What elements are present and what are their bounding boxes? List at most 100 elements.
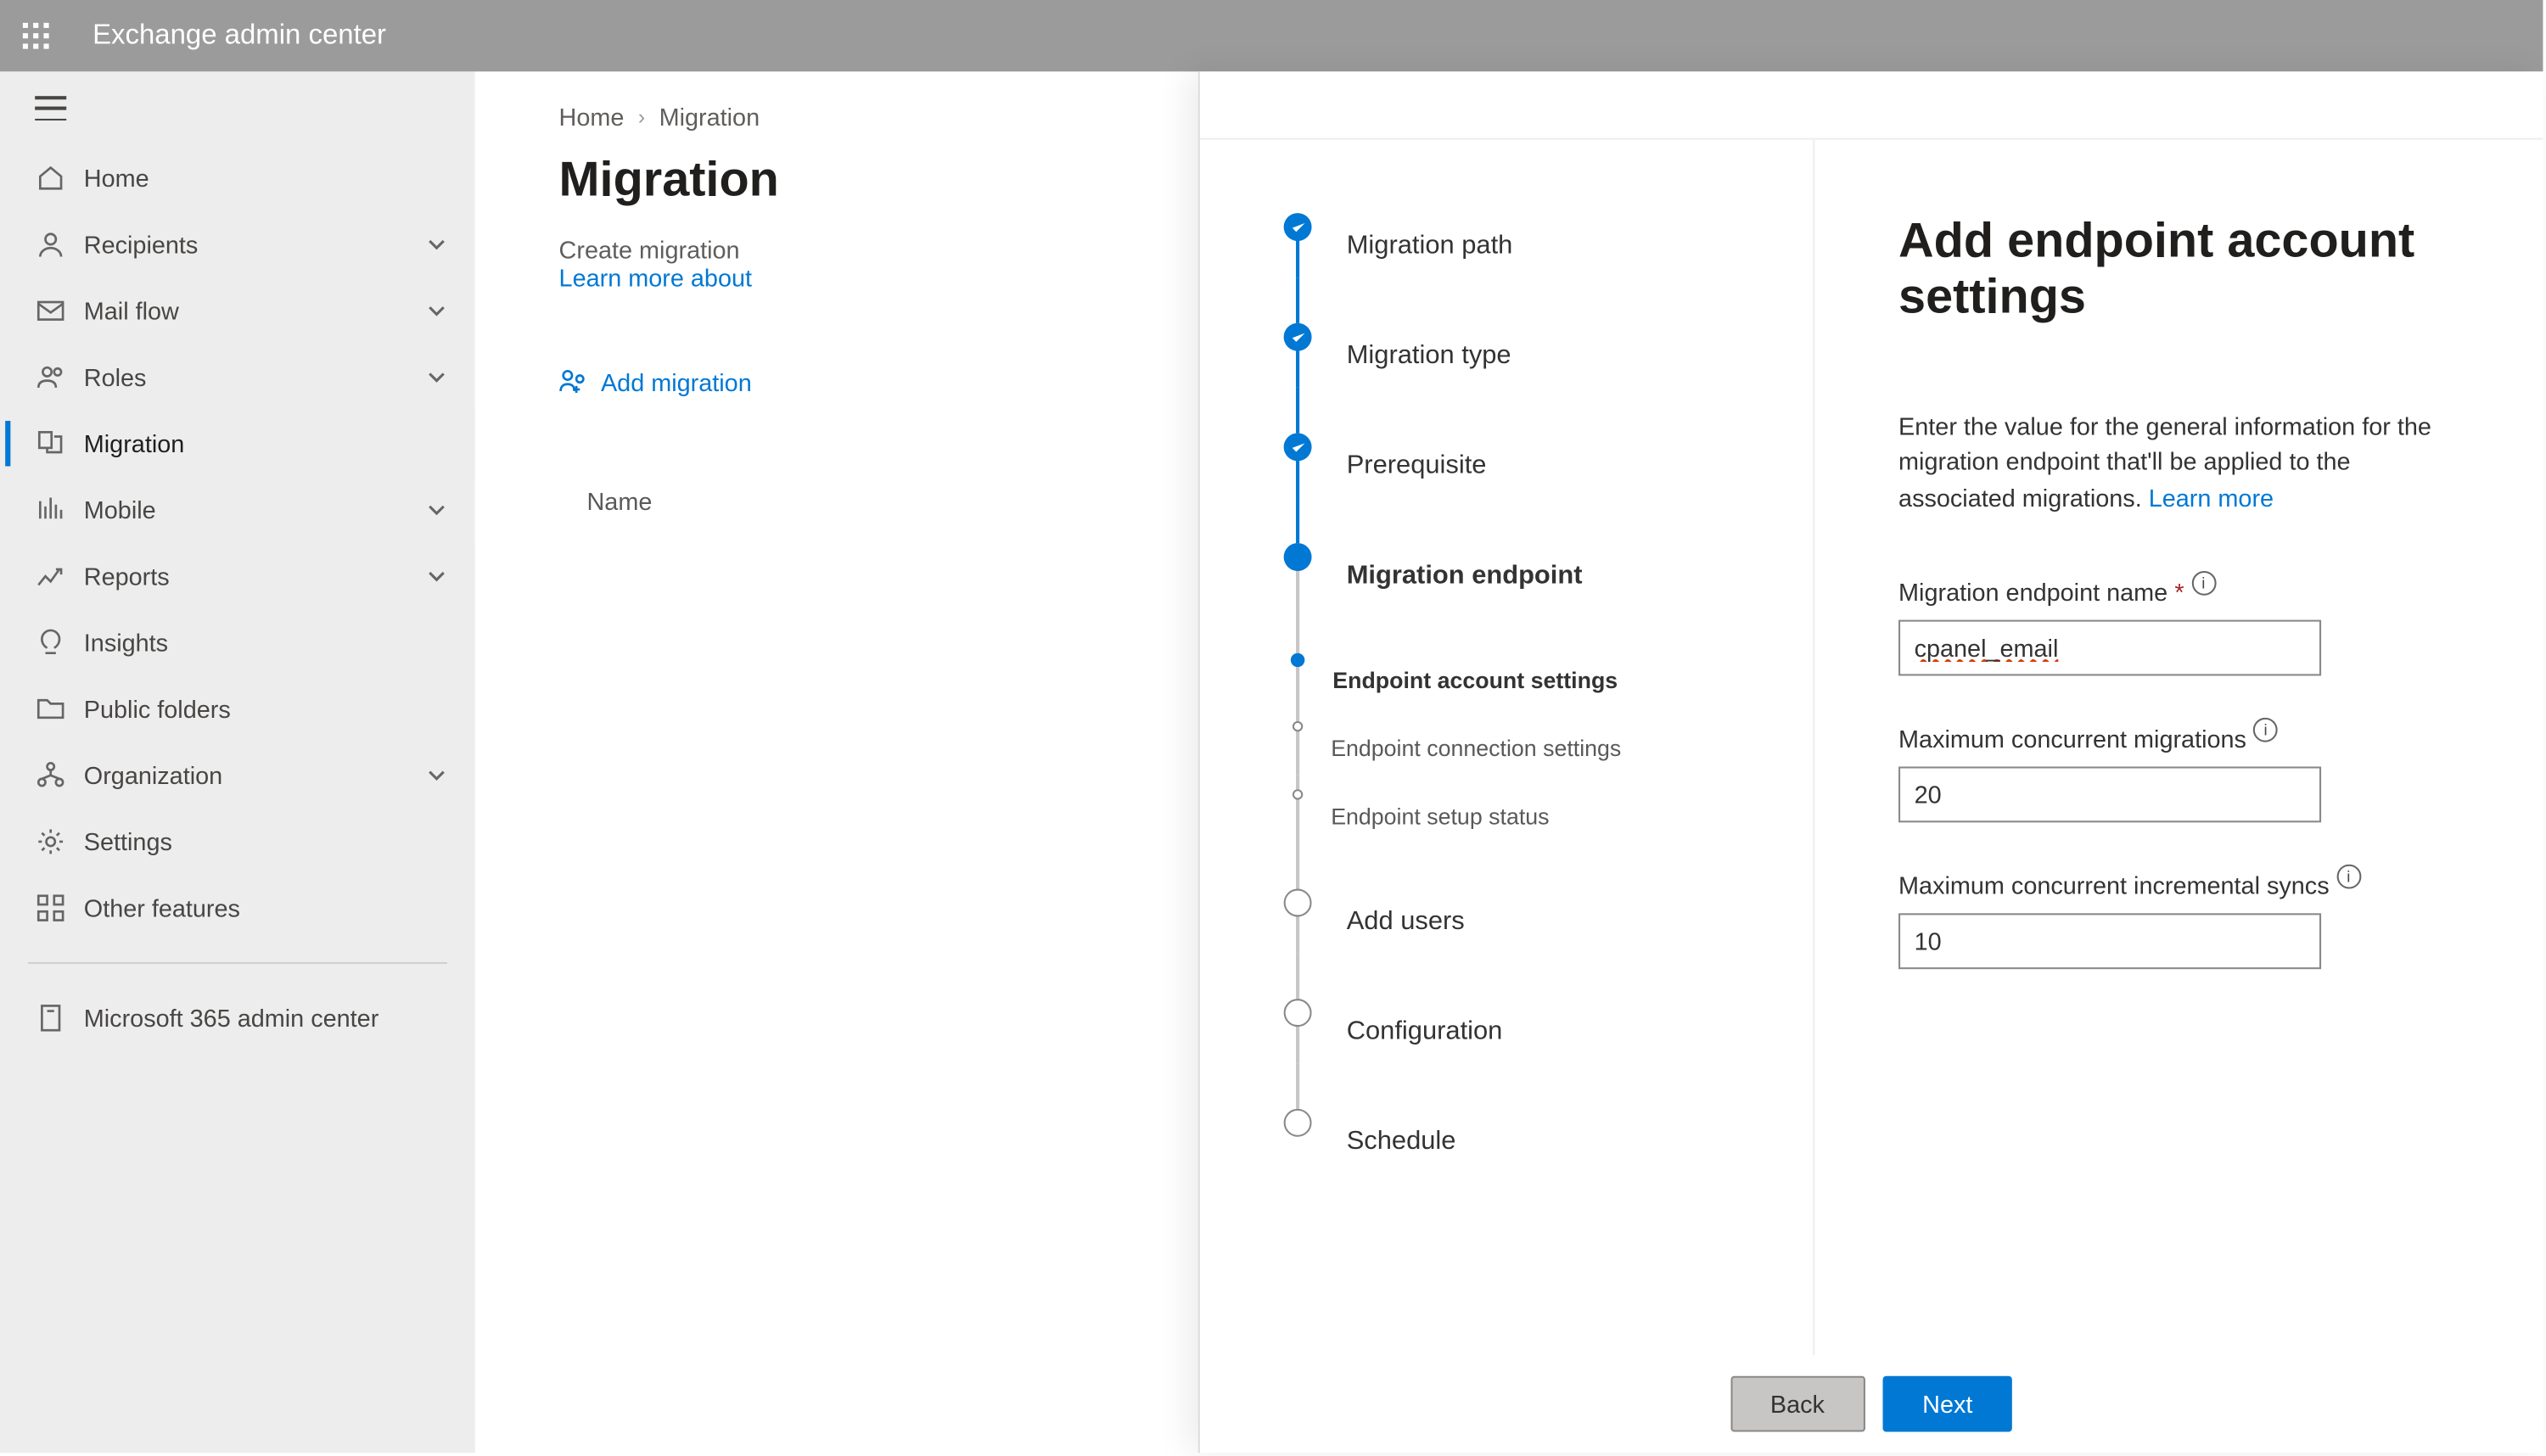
chevron-down-icon [426,367,447,388]
title-bar: Exchange admin center [0,0,2543,71]
check-icon [1284,213,1312,241]
step-label: Migration type [1347,323,1511,388]
info-icon[interactable]: i [2191,571,2216,596]
step-label: Configuration [1347,999,1503,1063]
app-launcher-icon[interactable] [0,0,71,71]
org-icon [35,759,66,791]
step-label: Add users [1347,889,1465,954]
substep-endpoint-setup-status[interactable]: Endpoint setup status [1284,789,1814,843]
max-concurrent-input[interactable] [1898,766,2321,822]
sidebar-item-label: Mobile [84,496,426,524]
pending-step-dot-icon [1284,999,1312,1027]
sidebar: Home Recipients Mail flow Roles Migratio… [0,71,475,1453]
grid-icon [35,893,66,924]
substep-dot-icon [1293,721,1303,731]
home-icon [35,162,66,193]
sidebar-item-roles[interactable]: Roles [0,344,475,410]
chevron-down-icon [426,300,447,322]
sidebar-item-label: Insights [84,629,447,657]
page-learn-more-link[interactable]: Learn more about [559,264,752,292]
step-label: Migration path [1347,213,1513,277]
substep-dot-icon [1291,653,1304,667]
learn-more-link[interactable]: Learn more [2149,483,2274,511]
sidebar-item-m365-admin[interactable]: Microsoft 365 admin center [0,985,475,1051]
step-migration-path[interactable]: Migration path [1284,213,1814,277]
field-label-endpoint-name: Migration endpoint name [1898,578,2167,606]
step-add-users[interactable]: Add users [1284,889,1814,954]
sidebar-item-home[interactable]: Home [0,145,475,211]
breadcrumb-current: Migration [659,103,760,131]
breadcrumb-home[interactable]: Home [559,103,625,131]
step-label: Endpoint connection settings [1331,721,1621,776]
chevron-down-icon [426,500,447,521]
sidebar-item-reports[interactable]: Reports [0,543,475,609]
sidebar-item-mobile[interactable]: Mobile [0,477,475,543]
back-button[interactable]: Back [1730,1376,1865,1432]
chevron-down-icon [426,566,447,587]
chevron-right-icon: › [638,104,645,129]
step-label: Prerequisite [1347,433,1487,497]
sidebar-divider [28,962,447,964]
field-label-max-concurrent: Maximum concurrent migrations [1898,725,2246,753]
check-icon [1284,323,1312,351]
folder-icon [35,693,66,725]
step-label: Migration endpoint [1347,543,1583,608]
mobile-icon [35,494,66,525]
app-title: Exchange admin center [93,20,386,52]
external-app-icon [35,1002,66,1033]
sidebar-item-public-folders[interactable]: Public folders [0,675,475,742]
info-icon[interactable]: i [2253,718,2278,742]
check-icon [1284,433,1312,461]
sidebar-item-label: Recipients [84,231,426,259]
sidebar-item-organization[interactable]: Organization [0,742,475,809]
nav-toggle-button[interactable] [0,71,475,144]
sidebar-item-label: Reports [84,563,426,591]
chevron-down-icon [426,764,447,786]
sidebar-item-label: Public folders [84,695,447,723]
sidebar-item-migration[interactable]: Migration [0,411,475,477]
sidebar-item-mailflow[interactable]: Mail flow [0,277,475,344]
form-title: Add endpoint account settings [1898,213,2459,325]
step-migration-type[interactable]: Migration type [1284,323,1814,388]
required-indicator: * [2174,578,2184,606]
step-prerequisite[interactable]: Prerequisite [1284,433,1814,497]
add-migration-icon [559,368,587,396]
sidebar-item-label: Home [84,164,447,192]
sidebar-item-label: Migration [84,429,447,457]
info-icon[interactable]: i [2336,864,2361,888]
sidebar-item-label: Settings [84,827,447,855]
form-description: Enter the value for the general informat… [1898,409,2459,515]
max-incremental-input[interactable] [1898,913,2321,969]
sidebar-item-label: Other features [84,894,447,922]
field-label-max-incremental: Maximum concurrent incremental syncs [1898,871,2330,899]
gear-icon [35,826,66,857]
migration-icon [35,428,66,459]
sidebar-item-other-features[interactable]: Other features [0,875,475,941]
hamburger-icon [35,96,66,120]
current-step-dot-icon [1284,543,1312,571]
sidebar-item-label: Organization [84,761,426,789]
reports-icon [35,561,66,592]
sidebar-item-settings[interactable]: Settings [0,809,475,875]
step-migration-endpoint[interactable]: Migration endpoint [1284,543,1814,608]
sidebar-item-label: Mail flow [84,297,426,325]
person-icon [35,229,66,260]
page-desc-text: Create migration [559,236,740,264]
next-button[interactable]: Next [1882,1376,2013,1432]
sidebar-item-label: Roles [84,363,426,391]
sidebar-item-label: Microsoft 365 admin center [84,1004,447,1032]
flyout-panel: Migration path Migration type Prerequisi… [1198,71,2543,1453]
substep-dot-icon [1293,789,1303,799]
step-schedule[interactable]: Schedule [1284,1109,1814,1173]
substep-endpoint-connection-settings[interactable]: Endpoint connection settings [1284,721,1814,776]
sidebar-item-recipients[interactable]: Recipients [0,211,475,277]
step-label: Schedule [1347,1109,1456,1173]
pending-step-dot-icon [1284,1109,1312,1137]
form-area: Add endpoint account settings Enter the … [1814,140,2543,1355]
endpoint-name-input[interactable] [1898,619,2321,675]
mail-icon [35,295,66,327]
step-configuration[interactable]: Configuration [1284,999,1814,1063]
substep-endpoint-account-settings[interactable]: Endpoint account settings [1284,653,1814,708]
add-migration-label: Add migration [601,368,752,396]
sidebar-item-insights[interactable]: Insights [0,609,475,675]
